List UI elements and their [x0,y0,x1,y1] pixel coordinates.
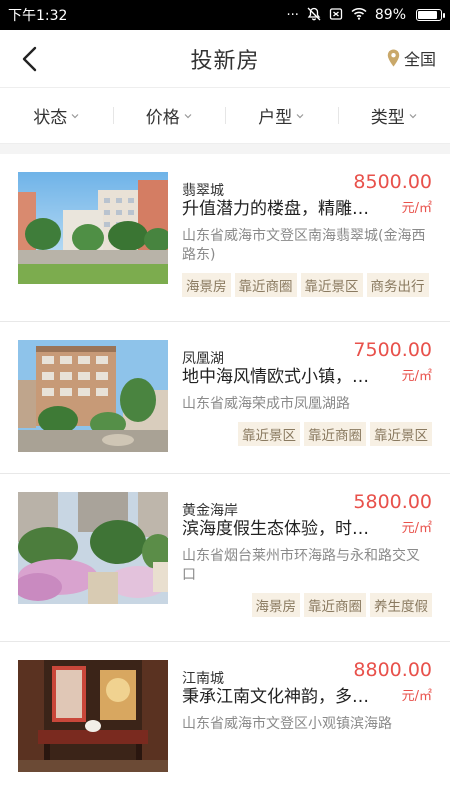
listing-title: 地中海风情欧式小镇，宜居 [182,366,382,387]
chevron-down-icon [296,113,304,118]
back-arrow-icon [22,46,37,72]
filter-type[interactable]: 类型 [337,103,450,128]
listing-photo [18,660,168,772]
sim-icon [329,7,343,24]
listing-list: 翡翠城 8500.00 元/㎡ 升值潜力的楼盘，精雕细琢 山东省威海市文登区南海… [0,154,450,792]
status-time: 下午1:32 [8,8,68,24]
listing-title: 秉承江南文化神韵，多元生活 [182,686,382,707]
feature-tag: 靠近景区 [370,421,432,446]
listing-address: 山东省威海市文登区小观镇滨海路 [182,715,392,732]
chevron-down-icon [409,113,417,118]
feature-tag: 靠近商圈 [304,421,366,446]
listing-item[interactable]: 黄金海岸 5800.00 元/㎡ 滨海度假生态体验，时尚生活 山东省烟台莱州市环… [0,474,450,642]
feature-tag: 靠近商圈 [234,272,297,297]
battery-percent: 89% [374,7,406,23]
feature-tag: 靠近商圈 [304,592,366,617]
listing-address: 山东省威海荣成市凤凰湖路 [182,395,350,412]
filter-label: 状态 [33,108,68,128]
listing-price: 8500.00 [353,171,432,193]
feature-tag: 海景房 [182,272,231,297]
filter-label: 户型 [258,108,293,128]
listing-photo [18,340,168,452]
listing-item[interactable]: 翡翠城 8500.00 元/㎡ 升值潜力的楼盘，精雕细琢 山东省威海市文登区南海… [0,154,450,322]
filter-layout[interactable]: 户型 [225,103,338,128]
listing-price: 8800.00 [353,659,432,681]
filter-label: 类型 [370,108,405,128]
battery-icon [416,9,445,21]
feature-tag: 养生度假 [370,592,432,617]
feature-tag: 商务出行 [366,272,429,297]
listing-photo [18,492,168,604]
feature-tag: 靠近景区 [300,272,363,297]
listing-item[interactable]: 凤凰湖 7500.00 元/㎡ 地中海风情欧式小镇，宜居 山东省威海荣成市凤凰湖… [0,322,450,474]
listing-photo [18,172,168,284]
tag-list: 靠近景区 靠近商圈 靠近景区 [182,421,432,446]
location-label: 全国 [403,50,436,69]
chevron-down-icon [184,113,192,118]
listing-price: 7500.00 [353,339,432,361]
divider [0,144,450,154]
location-selector[interactable]: 全国 [387,46,436,70]
filter-label: 价格 [145,108,180,128]
listing-title: 升值潜力的楼盘，精雕细琢 [182,198,382,219]
listing-address: 山东省威海市文登区南海翡翠城(金海西路东) [182,227,426,263]
chevron-down-icon [71,113,79,118]
location-pin-icon [387,49,400,67]
listing-title: 滨海度假生态体验，时尚生活 [182,518,382,539]
filter-status[interactable]: 状态 [0,103,113,128]
filter-price[interactable]: 价格 [112,103,226,128]
silent-bell-icon [307,7,321,24]
tag-list: 海景房 靠近商圈 养生度假 [182,592,432,617]
back-button[interactable] [12,40,46,78]
listing-address: 山东省烟台莱州市环海路与永和路交叉口 [182,547,420,583]
more-dots-icon: ··· [286,7,299,23]
listing-item[interactable]: 江南城 8800.00 元/㎡ 秉承江南文化神韵，多元生活 山东省威海市文登区小… [0,642,450,792]
tag-list: 海景房 靠近商圈 靠近景区 商务出行 [182,272,432,297]
wifi-icon [351,7,367,23]
nav-header: 投新房 全国 [0,30,450,88]
feature-tag: 靠近景区 [238,421,300,446]
page-title: 投新房 [190,48,260,74]
status-bar: 下午1:32 ··· 89% [0,0,450,30]
feature-tag: 海景房 [251,592,300,617]
listing-price: 5800.00 [353,491,432,513]
filter-bar: 状态 价格 户型 类型 [0,88,450,144]
